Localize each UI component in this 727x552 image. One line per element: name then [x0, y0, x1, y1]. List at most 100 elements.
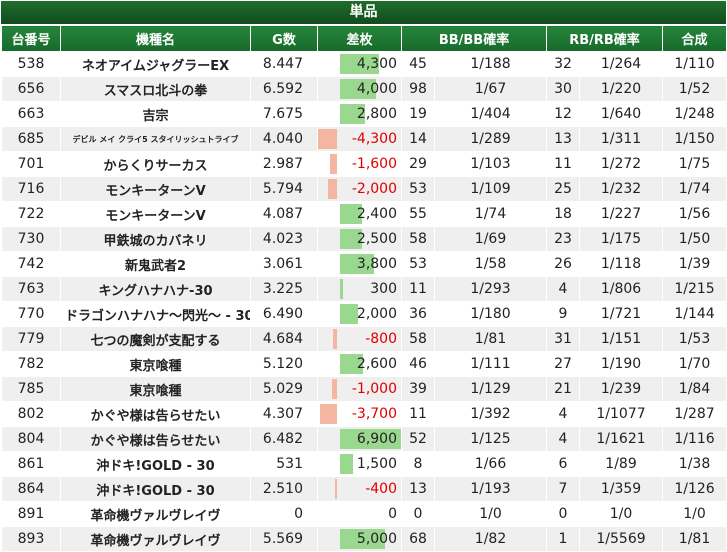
- diff-value: -2,000: [351, 181, 397, 197]
- table-row[interactable]: 656 スマスロ北斗の拳 6.592 4,000 98 1/67 30 1/220 1/52: [1, 76, 727, 102]
- cell-bb-prob: 1/125: [433, 426, 548, 452]
- cell-bb-prob: 1/0: [433, 501, 548, 527]
- cell-diff: 300: [317, 276, 402, 302]
- cell-bb-prob: 1/111: [433, 351, 548, 377]
- table-row[interactable]: 770 ドラゴンハナハナ～閃光～ - 30 6.490 2,000 36 1/180 9 1/…: [1, 301, 727, 327]
- cell-bb-count: 58: [401, 226, 435, 252]
- cell-rb-count: 1: [546, 526, 581, 552]
- cell-games: 5.569: [250, 526, 318, 552]
- cell-rb-prob: 1/1621: [579, 426, 664, 452]
- table-row[interactable]: 893 革命機ヴァルヴレイヴ 5.569 5,000 68 1/82 1 1/5569 1/81: [1, 526, 727, 552]
- cell-rb-count: 23: [546, 226, 581, 252]
- cell-rb-count: 32: [546, 51, 581, 77]
- header-games[interactable]: G数: [250, 25, 318, 52]
- cell-bb-prob: 1/74: [433, 201, 548, 227]
- header-rb[interactable]: RB/RB確率: [546, 25, 664, 52]
- cell-total: 1/75: [662, 151, 727, 177]
- cell-bb-count: 98: [401, 76, 435, 102]
- cell-rb-count: 31: [546, 326, 581, 352]
- diff-bar-positive: [340, 454, 353, 474]
- cell-no: 893: [1, 526, 61, 552]
- cell-total: 1/81: [662, 526, 727, 552]
- table-row[interactable]: 802 かぐや様は告らせたい 4.307 -3,700 11 1/392 4 1/1077 1/…: [1, 401, 727, 427]
- cell-no: 742: [1, 251, 61, 277]
- cell-rb-count: 12: [546, 101, 581, 127]
- diff-value: -800: [365, 331, 397, 347]
- table-row[interactable]: 763 キングハナハナ-30 3.225 300 11 1/293 4 1/806 1/215: [1, 276, 727, 302]
- cell-name: 甲鉄城のカバネリ: [60, 226, 251, 252]
- cell-bb-prob: 1/58: [433, 251, 548, 277]
- cell-rb-count: 9: [546, 301, 581, 327]
- cell-rb-prob: 1/359: [579, 476, 664, 502]
- cell-no: 891: [1, 501, 61, 527]
- cell-total: 1/248: [662, 101, 727, 127]
- header-diff[interactable]: 差枚: [317, 25, 402, 52]
- diff-bar-negative: [332, 379, 337, 399]
- cell-bb-prob: 1/193: [433, 476, 548, 502]
- cell-games: 7.675: [250, 101, 318, 127]
- cell-games: 8.447: [250, 51, 318, 77]
- cell-bb-prob: 1/188: [433, 51, 548, 77]
- cell-diff: 2,500: [317, 226, 402, 252]
- table-row[interactable]: 716 モンキーターンV 5.794 -2,000 53 1/109 25 1/232 1/74: [1, 176, 727, 202]
- header-no[interactable]: 台番号: [1, 25, 61, 52]
- cell-no: 804: [1, 426, 61, 452]
- cell-rb-count: 21: [546, 376, 581, 402]
- machine-table: 台番号 機種名 G数 差枚 BB/BB確率 RB/RB確率 合成 538 ネオアイ…: [1, 25, 727, 552]
- cell-games: 4.307: [250, 401, 318, 427]
- table-row[interactable]: 891 革命機ヴァルヴレイヴ 0 0 0 1/0 0 1/0 1/0: [1, 501, 727, 527]
- cell-diff: 2,600: [317, 351, 402, 377]
- table-row[interactable]: 782 東京喰種 5.120 2,600 46 1/111 27 1/190 1/70: [1, 351, 727, 377]
- header-bb[interactable]: BB/BB確率: [400, 25, 548, 52]
- cell-no: 785: [1, 376, 61, 402]
- cell-diff: 2,000: [317, 301, 402, 327]
- diff-bar-positive: [340, 279, 343, 299]
- cell-total: 1/150: [662, 126, 727, 152]
- cell-no: 701: [1, 151, 61, 177]
- cell-name: 新鬼武者2: [60, 251, 251, 277]
- table-row[interactable]: 663 吉宗 7.675 2,800 19 1/404 12 1/640 1/248: [1, 101, 727, 127]
- cell-rb-prob: 1/272: [579, 151, 664, 177]
- cell-bb-prob: 1/293: [433, 276, 548, 302]
- table-row[interactable]: 804 かぐや様は告らせたい 6.482 6,900 52 1/125 4 1/1621 1/1…: [1, 426, 727, 452]
- cell-games: 6.482: [250, 426, 318, 452]
- table-row[interactable]: 779 七つの魔剣が支配する 4.684 -800 58 1/81 31 1/151 1/53: [1, 326, 727, 352]
- cell-name: デビル メイ クライ5 スタイリッシュトライブ: [60, 126, 251, 152]
- cell-bb-count: 11: [401, 276, 435, 302]
- cell-rb-prob: 1/190: [579, 351, 664, 377]
- diff-value: 2,000: [356, 306, 397, 322]
- cell-name: 革命機ヴァルヴレイヴ: [60, 526, 251, 552]
- table-row[interactable]: 742 新鬼武者2 3.061 3,800 53 1/58 26 1/118 1/39: [1, 251, 727, 277]
- cell-total: 1/50: [662, 226, 727, 252]
- header-name[interactable]: 機種名: [60, 25, 251, 52]
- cell-rb-prob: 1/721: [579, 301, 664, 327]
- cell-name: キングハナハナ-30: [60, 276, 251, 302]
- diff-value: 2,800: [356, 106, 397, 122]
- cell-games: 5.120: [250, 351, 318, 377]
- cell-rb-prob: 1/5569: [579, 526, 664, 552]
- table-row[interactable]: 861 沖ドキ!GOLD - 30 531 1,500 8 1/66 6 1/89 1/38: [1, 451, 727, 477]
- table-row[interactable]: 864 沖ドキ!GOLD - 30 2.510 -400 13 1/193 7 1/359 1/…: [1, 476, 727, 502]
- diff-value: 3,800: [356, 256, 397, 272]
- table-row[interactable]: 701 からくりサーカス 2.987 -1,600 29 1/103 11 1/272 1/75: [1, 151, 727, 177]
- diff-bar-negative: [335, 479, 337, 499]
- cell-name: かぐや様は告らせたい: [60, 401, 251, 427]
- table-row[interactable]: 538 ネオアイムジャグラーEX 8.447 4,300 45 1/188 32 1/264 1…: [1, 51, 727, 77]
- header-total[interactable]: 合成: [662, 25, 727, 52]
- cell-games: 0: [250, 501, 318, 527]
- cell-games: 4.684: [250, 326, 318, 352]
- table-row[interactable]: 730 甲鉄城のカバネリ 4.023 2,500 58 1/69 23 1/175 1/50: [1, 226, 727, 252]
- cell-rb-prob: 1/806: [579, 276, 664, 302]
- diff-value: -3,700: [351, 406, 397, 422]
- cell-rb-prob: 1/0: [579, 501, 664, 527]
- cell-total: 1/215: [662, 276, 727, 302]
- table-row[interactable]: 722 モンキーターンV 4.087 2,400 55 1/74 18 1/227 1/56: [1, 201, 727, 227]
- cell-bb-count: 53: [401, 176, 435, 202]
- table-row[interactable]: 685 デビル メイ クライ5 スタイリッシュトライブ 4.040 -4,300 14 1…: [1, 126, 727, 152]
- cell-rb-count: 26: [546, 251, 581, 277]
- cell-diff: -4,300: [317, 126, 402, 152]
- cell-bb-prob: 1/69: [433, 226, 548, 252]
- table-row[interactable]: 785 東京喰種 5.029 -1,000 39 1/129 21 1/239 1/84: [1, 376, 727, 402]
- cell-bb-count: 52: [401, 426, 435, 452]
- cell-name: 東京喰種: [60, 376, 251, 402]
